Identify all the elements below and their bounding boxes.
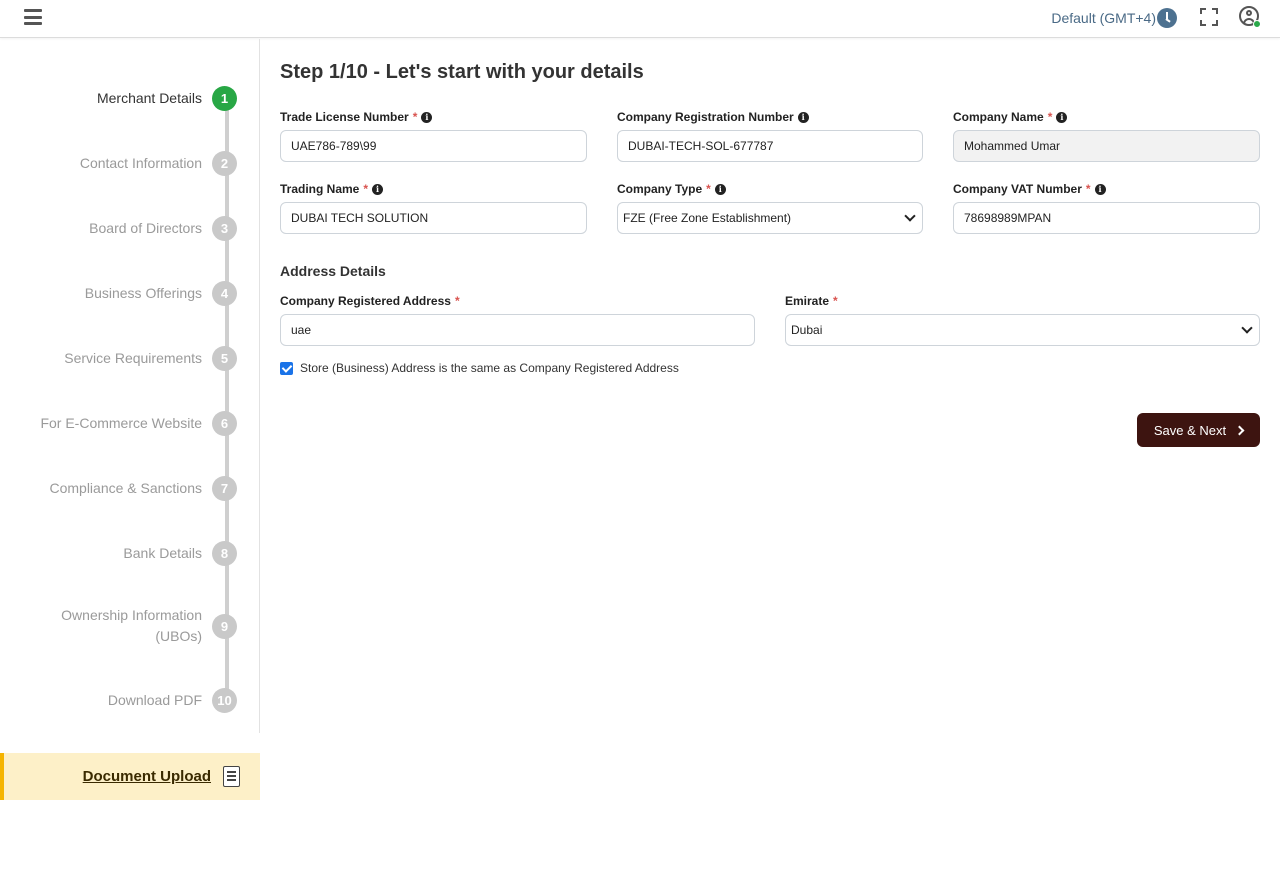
- step-number: 9: [212, 613, 237, 639]
- company-vat-input[interactable]: 78698989MPAN: [953, 202, 1260, 234]
- info-icon[interactable]: i: [797, 111, 809, 123]
- menu-icon[interactable]: [24, 9, 42, 25]
- document-upload-label: Document Upload: [82, 768, 211, 785]
- chevron-down-icon: [1241, 322, 1253, 334]
- required-marker: *: [454, 294, 460, 308]
- same-address-label: Store (Business) Address is the same as …: [300, 361, 679, 375]
- emirate-value: Dubai: [791, 323, 823, 337]
- step-label: Service Requirements: [64, 350, 202, 366]
- step-bank-details[interactable]: Bank Details 8: [123, 541, 237, 566]
- fullscreen-icon[interactable]: [1200, 8, 1218, 26]
- step-contact-information[interactable]: Contact Information 2: [80, 151, 237, 176]
- step-label-line1: Ownership Information: [61, 607, 202, 623]
- required-marker: *: [363, 182, 369, 196]
- chevron-right-icon: [1234, 425, 1245, 435]
- field-label: Trading Name: [280, 182, 360, 196]
- step-label: Merchant Details: [96, 90, 202, 106]
- trade-license-field: Trade License Number * i UAE786-789\99: [280, 109, 587, 162]
- save-next-button[interactable]: Save & Next: [1137, 413, 1260, 447]
- step-business-offerings[interactable]: Business Offerings 4: [85, 281, 237, 306]
- company-vat-field: Company VAT Number * i 78698989MPAN: [953, 181, 1260, 234]
- info-icon[interactable]: i: [372, 183, 384, 195]
- timezone-selector[interactable]: Default (GMT+4): [1051, 8, 1177, 28]
- field-label: Company Type: [617, 182, 703, 196]
- page-title: Step 1/10 - Let's start with your detail…: [280, 61, 644, 83]
- step-label: Compliance & Sanctions: [49, 480, 202, 496]
- user-icon[interactable]: [1239, 6, 1261, 28]
- timezone-label: Default (GMT+4): [1051, 10, 1156, 26]
- save-next-label: Save & Next: [1153, 422, 1227, 438]
- trading-name-field: Trading Name * i DUBAI TECH SOLUTION: [280, 181, 587, 234]
- step-merchant-details[interactable]: Merchant Details 1: [97, 86, 237, 111]
- step-label: Business Offerings: [84, 285, 202, 301]
- step-compliance-sanctions[interactable]: Compliance & Sanctions 7: [49, 476, 237, 501]
- company-name-input: Mohammed Umar: [953, 130, 1260, 162]
- required-marker: *: [1085, 182, 1091, 196]
- field-label: Company Registration Number: [617, 110, 794, 124]
- required-marker: *: [833, 294, 838, 308]
- company-registration-input[interactable]: DUBAI-TECH-SOL-677787: [617, 130, 923, 162]
- field-label: Company VAT Number: [953, 182, 1082, 196]
- step-label: Download PDF: [107, 692, 202, 708]
- step-label: For E-Commerce Website: [40, 415, 202, 431]
- company-name-field: Company Name * i Mohammed Umar: [953, 109, 1260, 162]
- info-icon[interactable]: i: [714, 183, 726, 195]
- required-marker: *: [1047, 110, 1053, 124]
- info-icon[interactable]: i: [421, 111, 433, 123]
- registered-address-input[interactable]: uae: [280, 314, 755, 346]
- step-number: 1: [212, 86, 237, 111]
- info-icon[interactable]: i: [1094, 183, 1106, 195]
- document-icon: [223, 766, 240, 787]
- top-bar: Default (GMT+4): [0, 0, 1280, 38]
- step-number: 8: [212, 541, 237, 566]
- company-type-select[interactable]: FZE (Free Zone Establishment): [617, 202, 923, 234]
- step-number: 4: [212, 281, 237, 306]
- step-number: 7: [212, 476, 237, 501]
- step-label: Board of Directors: [89, 220, 202, 236]
- chevron-down-icon: [904, 210, 916, 222]
- field-label: Trade License Number: [280, 110, 409, 124]
- step-sidebar: Merchant Details 1 Contact Information 2…: [0, 39, 260, 733]
- step-label: Contact Information: [79, 155, 202, 171]
- same-address-row: Store (Business) Address is the same as …: [280, 361, 679, 375]
- field-label: Company Registered Address: [280, 294, 451, 308]
- address-section-heading: Address Details: [280, 263, 386, 279]
- company-registration-field: Company Registration Number i DUBAI-TECH-…: [617, 109, 923, 162]
- emirate-field: Emirate * Dubai: [785, 293, 1260, 346]
- clock-icon: [1157, 8, 1177, 28]
- step-service-requirements[interactable]: Service Requirements 5: [64, 346, 237, 371]
- step-number: 2: [212, 151, 237, 176]
- required-marker: *: [706, 182, 711, 196]
- step-number: 5: [212, 346, 237, 371]
- step-number: 10: [212, 688, 237, 713]
- step-ownership-information[interactable]: Ownership Information (UBOs) 9: [61, 605, 237, 647]
- online-status-dot: [1253, 20, 1261, 28]
- registered-address-field: Company Registered Address * uae: [280, 293, 755, 346]
- same-address-checkbox[interactable]: [280, 361, 293, 375]
- info-icon[interactable]: i: [1056, 111, 1068, 123]
- step-number: 6: [212, 411, 237, 436]
- step-download-pdf[interactable]: Download PDF 10: [108, 688, 237, 713]
- document-upload-link[interactable]: Document Upload: [0, 753, 260, 800]
- field-label: Emirate: [785, 294, 830, 308]
- step-number: 3: [212, 216, 237, 241]
- step-label: Bank Details: [123, 545, 202, 561]
- step-label: Ownership Information (UBOs): [61, 605, 202, 647]
- company-type-field: Company Type * i FZE (Free Zone Establishm…: [617, 181, 923, 234]
- emirate-select[interactable]: Dubai: [785, 314, 1260, 346]
- company-type-value: FZE (Free Zone Establishment): [623, 211, 792, 225]
- field-label: Company Name: [953, 110, 1044, 124]
- step-ecommerce-website[interactable]: For E-Commerce Website 6: [40, 411, 237, 436]
- step-label-line2: (UBOs): [155, 628, 202, 644]
- trading-name-input[interactable]: DUBAI TECH SOLUTION: [280, 202, 587, 234]
- trade-license-input[interactable]: UAE786-789\99: [280, 130, 587, 162]
- step-board-of-directors[interactable]: Board of Directors 3: [89, 216, 237, 241]
- required-marker: *: [412, 110, 418, 124]
